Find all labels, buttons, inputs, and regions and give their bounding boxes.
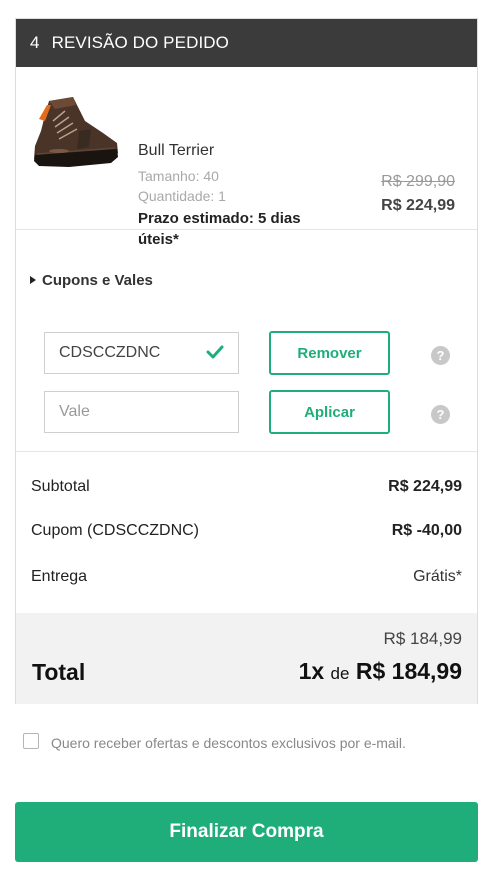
installments: 1x xyxy=(298,658,325,684)
shoe-image xyxy=(34,97,118,167)
product-size: Tamanho: 40 xyxy=(138,168,219,184)
coupons-toggle[interactable]: Cupons e Vales xyxy=(30,272,153,289)
shipping-label: Entrega xyxy=(31,568,88,585)
coupon-label: Cupom (CDSCCZDNC) xyxy=(31,522,200,539)
apply-voucher-button[interactable]: Aplicar xyxy=(269,390,390,434)
help-icon[interactable]: ? xyxy=(431,405,450,424)
total-amount: 1x de R$ 184,99 xyxy=(299,658,462,685)
product-item: Bull Terrier Tamanho: 40 Quantidade: 1 P… xyxy=(16,67,477,248)
sale-price: R$ 224,99 xyxy=(381,197,455,214)
shipping-value: Grátis* xyxy=(413,568,462,585)
coupon-discount-value: R$ -40,00 xyxy=(391,522,462,539)
order-summary: Subtotal R$ 224,99 Cupom (CDSCCZDNC) R$ … xyxy=(16,452,477,612)
subtotal-label: Subtotal xyxy=(31,478,90,495)
coupon-row: Cupom (CDSCCZDNC) R$ -40,00 xyxy=(31,522,462,540)
total-box: R$ 184,99 Total 1x de R$ 184,99 xyxy=(16,613,477,704)
voucher-field[interactable] xyxy=(44,391,239,433)
original-price: R$ 299,90 xyxy=(381,173,455,190)
subtotal-row: Subtotal R$ 224,99 xyxy=(31,478,462,496)
shipping-row: Entrega Grátis* xyxy=(31,568,462,586)
caret-right-icon xyxy=(30,276,36,285)
section-header: 4 REVISÃO DO PEDIDO xyxy=(16,19,477,67)
finish-purchase-button[interactable]: Finalizar Compra xyxy=(15,802,478,862)
remove-coupon-button[interactable]: Remover xyxy=(269,331,390,375)
coupon-field[interactable] xyxy=(44,332,239,374)
help-icon[interactable]: ? xyxy=(431,346,450,365)
check-icon xyxy=(206,345,224,359)
section-title: REVISÃO DO PEDIDO xyxy=(51,33,229,52)
total-value: R$ 184,99 xyxy=(355,658,462,684)
voucher-input[interactable] xyxy=(59,403,224,421)
installments-de: de xyxy=(330,664,350,683)
product-name[interactable]: Bull Terrier xyxy=(138,142,214,160)
coupon-input[interactable] xyxy=(59,344,224,362)
coupons-section: Cupons e Vales Remover ? Aplicar ? xyxy=(16,230,477,452)
coupons-title: Cupons e Vales xyxy=(42,272,153,289)
subtotal-value: R$ 224,99 xyxy=(388,478,462,495)
total-label: Total xyxy=(32,659,86,685)
step-number: 4 xyxy=(30,33,40,52)
newsletter-optin: Quero receber ofertas e descontos exclus… xyxy=(15,731,455,755)
order-review-panel: 4 REVISÃO DO PEDIDO Bull Terrier Tamanho… xyxy=(15,18,478,704)
total-sub-amount: R$ 184,99 xyxy=(383,629,462,648)
optin-text[interactable]: Quero receber ofertas e descontos exclus… xyxy=(51,735,406,751)
product-quantity: Quantidade: 1 xyxy=(138,188,226,204)
optin-checkbox[interactable] xyxy=(23,733,39,750)
